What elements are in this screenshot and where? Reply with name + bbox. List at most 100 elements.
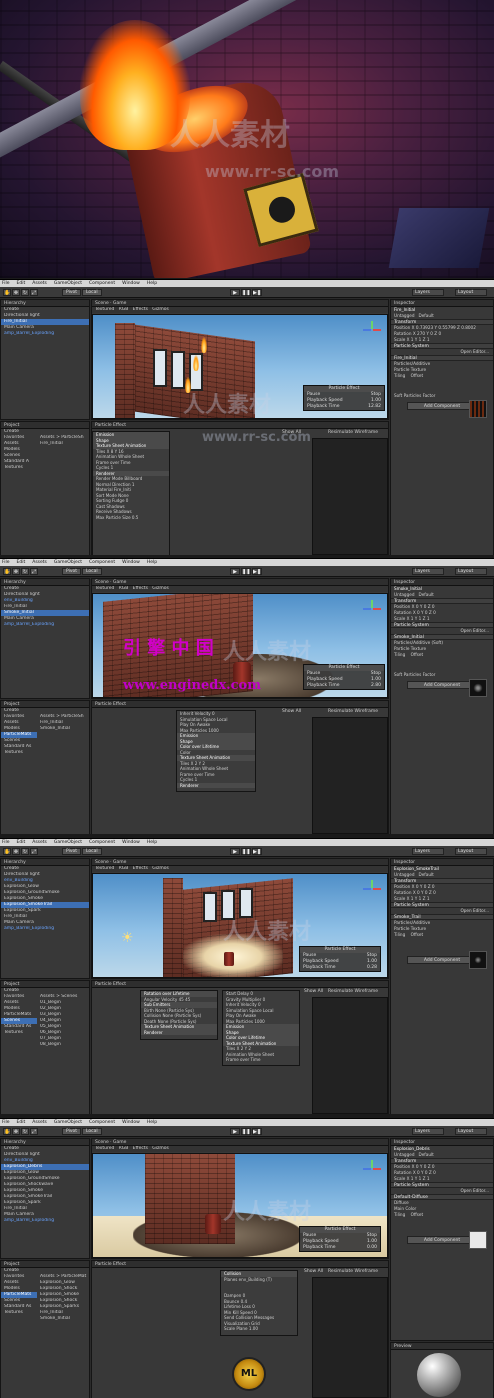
menu-help[interactable]: Help bbox=[147, 840, 157, 845]
pause-button[interactable]: ❚❚ bbox=[241, 848, 251, 855]
menu-assets[interactable]: Assets bbox=[32, 281, 47, 286]
menu-assets[interactable]: Assets bbox=[32, 560, 47, 565]
rotate-tool-icon[interactable]: ↻ bbox=[21, 848, 29, 855]
resimulate-label[interactable]: Resimulate bbox=[328, 1269, 353, 1274]
asset-item[interactable]: Fire_Initial bbox=[37, 441, 89, 447]
hierarchy-tab[interactable]: Hierarchy bbox=[1, 859, 89, 866]
soft-particles-row[interactable]: Soft Particles Factor bbox=[391, 393, 493, 399]
inspector-tab[interactable]: Inspector bbox=[391, 579, 493, 586]
move-tool-icon[interactable]: ✥ bbox=[12, 1128, 20, 1135]
show-all-button[interactable]: Show All bbox=[304, 989, 323, 994]
scene-view[interactable]: Particle Effect Pause Stop Playback Speed… bbox=[92, 314, 388, 419]
tag-value[interactable]: Untagged bbox=[394, 592, 414, 597]
module-row[interactable]: Renderer bbox=[141, 1029, 217, 1035]
add-component-button[interactable]: Add Component bbox=[407, 956, 477, 964]
asset-item[interactable]: 08_Begin bbox=[37, 1042, 89, 1048]
hierarchy-tab[interactable]: Hierarchy bbox=[1, 300, 89, 307]
playback-time-value[interactable]: 2.80 bbox=[371, 683, 381, 689]
tag-value[interactable]: Untagged bbox=[394, 872, 414, 877]
folder-item[interactable]: Textures bbox=[1, 750, 37, 756]
wireframe-label[interactable]: Wireframe bbox=[355, 989, 378, 994]
move-tool-icon[interactable]: ✥ bbox=[12, 848, 20, 855]
pause-button[interactable]: ❚❚ bbox=[241, 568, 251, 575]
project-tab[interactable]: Project bbox=[1, 422, 89, 429]
hand-tool-icon[interactable]: ✋ bbox=[3, 289, 11, 296]
gizmos-dropdown[interactable]: Gizmos bbox=[152, 307, 169, 312]
scene-gizmo-icon[interactable] bbox=[363, 1160, 381, 1178]
scene-gizmo-icon[interactable] bbox=[363, 880, 381, 898]
play-button[interactable]: ▶ bbox=[230, 848, 240, 855]
hierarchy-tab[interactable]: Hierarchy bbox=[1, 579, 89, 586]
add-component-button[interactable]: Add Component bbox=[407, 402, 477, 410]
layers-dropdown[interactable]: Layers bbox=[412, 848, 444, 855]
menu-window[interactable]: Window bbox=[122, 560, 140, 565]
menu-gameobject[interactable]: GameObject bbox=[54, 1120, 82, 1125]
layer-value[interactable]: Default bbox=[418, 592, 433, 597]
add-component-button[interactable]: Add Component bbox=[407, 681, 477, 689]
inspector-tab[interactable]: Inspector bbox=[391, 859, 493, 866]
project-tab[interactable]: Project bbox=[1, 1261, 89, 1268]
menu-component[interactable]: Component bbox=[89, 840, 115, 845]
effects-toggle[interactable]: Effects bbox=[133, 866, 148, 871]
scene-gizmo-icon[interactable] bbox=[363, 600, 381, 618]
pause-button[interactable]: ❚❚ bbox=[241, 1128, 251, 1135]
tab-scene[interactable]: Scene bbox=[95, 301, 109, 306]
module-row[interactable]: Scale Plane 1.00 bbox=[221, 1326, 297, 1332]
texture-thumbnail[interactable] bbox=[469, 679, 487, 697]
rgb-mode[interactable]: RGB bbox=[119, 866, 129, 871]
gizmos-dropdown[interactable]: Gizmos bbox=[152, 586, 169, 591]
curve-editor[interactable] bbox=[312, 438, 388, 555]
menu-help[interactable]: Help bbox=[147, 560, 157, 565]
menu-help[interactable]: Help bbox=[147, 281, 157, 286]
hand-tool-icon[interactable]: ✋ bbox=[3, 848, 11, 855]
step-button[interactable]: ▶❚ bbox=[252, 568, 262, 575]
local-toggle[interactable]: Local bbox=[82, 289, 102, 296]
menu-edit[interactable]: Edit bbox=[17, 1120, 26, 1125]
menu-gameobject[interactable]: GameObject bbox=[54, 281, 82, 286]
show-all-button[interactable]: Show All bbox=[304, 1269, 323, 1274]
pivot-toggle[interactable]: Pivot bbox=[62, 289, 82, 296]
tab-game[interactable]: Game bbox=[113, 1140, 126, 1145]
layers-dropdown[interactable]: Layers bbox=[412, 289, 444, 296]
step-button[interactable]: ▶❚ bbox=[252, 1128, 262, 1135]
move-tool-icon[interactable]: ✥ bbox=[12, 289, 20, 296]
hierarchy-item[interactable]: amp_Barrel_Exploding bbox=[1, 926, 89, 932]
scale-tool-icon[interactable]: ⤢ bbox=[30, 289, 38, 296]
step-button[interactable]: ▶❚ bbox=[252, 289, 262, 296]
layout-dropdown[interactable]: Layout bbox=[455, 1128, 487, 1135]
scale-tool-icon[interactable]: ⤢ bbox=[30, 568, 38, 575]
local-toggle[interactable]: Local bbox=[82, 1128, 102, 1135]
folder-item[interactable]: Textures bbox=[1, 465, 37, 471]
wireframe-label[interactable]: Wireframe bbox=[355, 709, 378, 714]
menu-file[interactable]: File bbox=[2, 560, 10, 565]
scene-view[interactable]: Particle Effect Pause Stop Playback Speed… bbox=[92, 593, 388, 698]
menu-edit[interactable]: Edit bbox=[17, 281, 26, 286]
effects-toggle[interactable]: Effects bbox=[133, 586, 148, 591]
asset-item[interactable]: Smoke_Initial bbox=[37, 1316, 89, 1322]
light-icon[interactable]: ☀ bbox=[121, 930, 134, 946]
resimulate-label[interactable]: Resimulate bbox=[328, 709, 353, 714]
rotate-tool-icon[interactable]: ↻ bbox=[21, 1128, 29, 1135]
pivot-toggle[interactable]: Pivot bbox=[62, 568, 82, 575]
hierarchy-item[interactable]: amp_Barrel_Exploding bbox=[1, 331, 89, 337]
menu-file[interactable]: File bbox=[2, 1120, 10, 1125]
rgb-mode[interactable]: RGB bbox=[119, 586, 129, 591]
menu-component[interactable]: Component bbox=[89, 281, 115, 286]
scene-gizmo-icon[interactable] bbox=[363, 321, 381, 339]
inspector-tab[interactable]: Inspector bbox=[391, 300, 493, 307]
menu-gameobject[interactable]: GameObject bbox=[54, 840, 82, 845]
shading-mode[interactable]: Textured bbox=[95, 586, 114, 591]
step-button[interactable]: ▶❚ bbox=[252, 848, 262, 855]
shading-mode[interactable]: Textured bbox=[95, 1146, 114, 1151]
gizmos-dropdown[interactable]: Gizmos bbox=[152, 866, 169, 871]
play-button[interactable]: ▶ bbox=[230, 289, 240, 296]
menu-file[interactable]: File bbox=[2, 840, 10, 845]
local-toggle[interactable]: Local bbox=[82, 568, 102, 575]
project-tab[interactable]: Project bbox=[1, 701, 89, 708]
add-component-button[interactable]: Add Component bbox=[407, 1236, 477, 1244]
soft-particles-row[interactable]: Soft Particles Factor bbox=[391, 672, 493, 678]
playback-time-value[interactable]: 0.00 bbox=[367, 1245, 377, 1251]
play-button[interactable]: ▶ bbox=[230, 1128, 240, 1135]
hierarchy-item[interactable]: amp_Barrel_Exploding bbox=[1, 1218, 89, 1224]
preview-tab[interactable]: Preview bbox=[391, 1343, 493, 1350]
